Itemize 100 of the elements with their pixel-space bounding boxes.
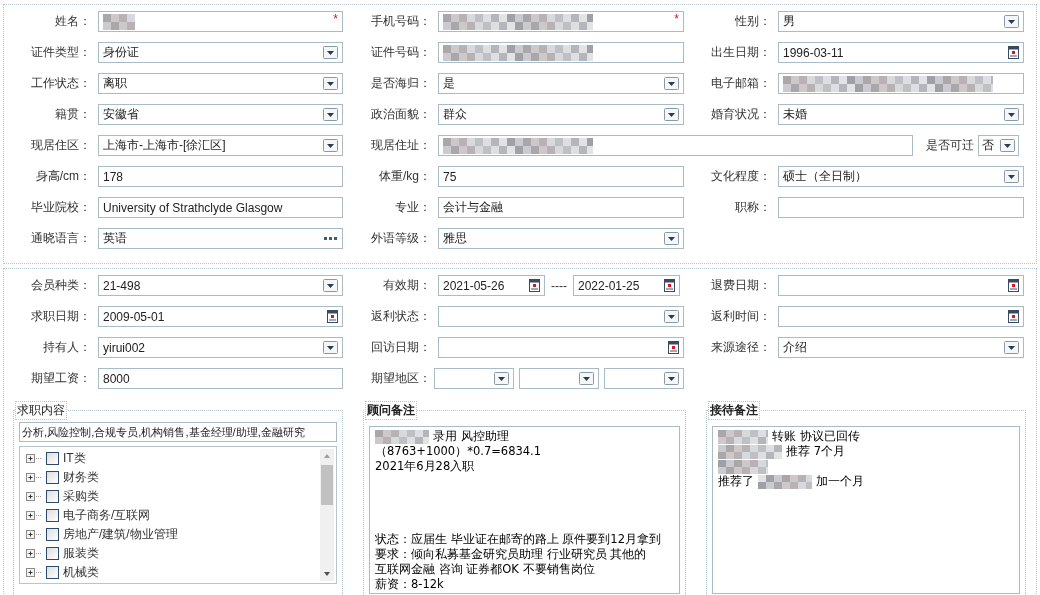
select-field[interactable]: 是 — [438, 73, 684, 94]
field-label: 出生日期： — [710, 44, 772, 61]
text-field[interactable] — [438, 135, 913, 156]
panel-title: 求职内容 — [15, 401, 67, 420]
caret-icon — [664, 77, 679, 90]
text-field[interactable]: * — [98, 11, 343, 32]
field-label: 证件类型： — [30, 44, 92, 61]
tree-item[interactable]: IT类 — [63, 450, 86, 467]
note-text: 录用 风控助理 — [433, 429, 509, 444]
checkbox[interactable] — [46, 509, 59, 522]
note-text: 转账 协议已回传 — [772, 429, 860, 444]
expand-icon[interactable] — [26, 530, 42, 539]
tree-item[interactable]: 采购类 — [63, 488, 99, 505]
text-field[interactable]: 75 — [438, 166, 684, 187]
caret-icon — [664, 310, 679, 323]
select-field[interactable]: 雅思 — [438, 228, 684, 249]
tree-item[interactable]: 财务类 — [63, 469, 99, 486]
checkbox[interactable] — [46, 471, 59, 484]
caret-icon — [323, 46, 338, 59]
expand-icon[interactable] — [26, 454, 42, 463]
date-field[interactable]: 2009-05-01 — [98, 306, 343, 327]
select-field[interactable]: 安徽省 — [98, 104, 343, 125]
select-field[interactable]: 群众 — [438, 104, 684, 125]
caret-icon — [1000, 139, 1015, 152]
select-field[interactable]: 男 — [778, 11, 1024, 32]
checkbox[interactable] — [46, 528, 59, 541]
expand-icon[interactable] — [26, 511, 42, 520]
panel-title: 接待备注 — [708, 401, 760, 420]
note-text: 状态：应届生 毕业证在邮寄的路上 原件要到12月拿到 — [375, 532, 661, 547]
expand-icon[interactable] — [26, 492, 42, 501]
caret-icon — [323, 108, 338, 121]
note-text: 推荐了 — [718, 474, 754, 489]
date-field[interactable]: 1996-03-11 — [778, 42, 1024, 63]
field-label: 性别： — [734, 13, 772, 30]
tree-item[interactable]: 服装类 — [63, 545, 99, 562]
field-label: 外语等级： — [370, 230, 432, 247]
note-text: 要求：倾向私募基金研究员助理 行业研究员 其他的 — [375, 547, 647, 562]
field-label: 会员种类： — [30, 277, 92, 294]
expand-icon[interactable] — [26, 568, 42, 577]
caret-icon — [1004, 108, 1019, 121]
calendar-icon — [1008, 46, 1019, 59]
select-field[interactable]: 身份证 — [98, 42, 343, 63]
scrollbar[interactable] — [320, 449, 334, 581]
expand-icon[interactable] — [26, 549, 42, 558]
caret-icon — [1004, 15, 1019, 28]
select-field[interactable] — [438, 306, 684, 327]
field-label: 求职日期： — [30, 308, 92, 325]
caret-icon — [1004, 170, 1019, 183]
field-label: 期望工资： — [30, 370, 92, 387]
select-field[interactable]: 未婚 — [778, 104, 1024, 125]
select-field[interactable]: 硕士（全日制） — [778, 166, 1024, 187]
text-field[interactable]: 会计与金融 — [438, 197, 684, 218]
text-field[interactable] — [778, 73, 1024, 94]
text-field[interactable] — [438, 42, 684, 63]
tree-item[interactable]: 电子商务/互联网 — [63, 507, 151, 524]
field-label: 返利时间： — [710, 308, 772, 325]
text-field[interactable]: * — [438, 11, 684, 32]
select-field[interactable]: 离职 — [98, 73, 343, 94]
field-label: 婚育状况： — [710, 106, 772, 123]
text-field[interactable]: University of Strathclyde Glasgow — [98, 197, 343, 218]
date-field[interactable] — [438, 337, 684, 358]
select-field[interactable]: 介绍 — [778, 337, 1024, 358]
tree-item[interactable]: 机械类 — [63, 564, 99, 581]
expand-icon[interactable] — [26, 473, 42, 482]
text-field[interactable]: 8000 — [98, 368, 343, 389]
note-text: 互联网金融 咨询 证券都OK 不要销售岗位 — [375, 562, 595, 577]
field-label: 毕业院校： — [30, 199, 92, 216]
notes-area[interactable]: 录用 风控助理 （8763+1000）*0.7=6834.1 2021年6月28入职 状态：应届生 毕业证在邮寄的路上 原件要到12月拿到 要求：倾向私募基金研究员助理 行业研究员 其他的 互联网金融 咨询 证券都OK 不要销售岗位 薪资：8-12k — [369, 426, 680, 594]
checkbox[interactable] — [46, 490, 59, 503]
caret-icon — [323, 139, 338, 152]
field-label: 手机号码： — [370, 13, 432, 30]
select-field[interactable] — [434, 368, 514, 389]
select-field[interactable] — [519, 368, 599, 389]
select-field[interactable]: 否 — [978, 135, 1019, 156]
checkbox[interactable] — [46, 452, 59, 465]
notes-area[interactable]: 转账 协议已回传 推荐 7个月 推荐了 加一个月 — [712, 426, 1020, 594]
field-label: 身高/cm： — [34, 168, 92, 185]
text-field[interactable]: 178 — [98, 166, 343, 187]
more-icon[interactable] — [324, 236, 338, 241]
date-field[interactable]: 2021-05-26 — [438, 275, 545, 296]
select-field[interactable]: 21-498 — [98, 275, 343, 296]
text-field[interactable] — [778, 197, 1024, 218]
select-field[interactable]: yirui002 — [98, 337, 343, 358]
lookup-field[interactable]: 英语 — [98, 228, 343, 249]
field-label: 工作状态： — [30, 75, 92, 92]
text-field[interactable]: 分析,风险控制,合规专员,机构销售,基金经理/助理,金融研究 — [19, 422, 337, 442]
select-field[interactable] — [604, 368, 684, 389]
tree-item[interactable]: 房地产/建筑/物业管理 — [63, 526, 178, 543]
select-field[interactable]: 上海市-上海市-[徐汇区] — [98, 135, 343, 156]
caret-icon — [664, 232, 679, 245]
checkbox[interactable] — [46, 547, 59, 560]
field-label: 回访日期： — [370, 339, 432, 356]
date-field[interactable]: 2022-01-25 — [573, 275, 680, 296]
checkbox[interactable] — [46, 566, 59, 579]
field-label: 现居住区： — [30, 137, 92, 154]
date-field[interactable] — [778, 306, 1024, 327]
caret-icon — [1004, 341, 1019, 354]
note-text: 2021年6月28入职 — [375, 459, 475, 474]
caret-icon — [494, 372, 509, 385]
date-field[interactable] — [778, 275, 1024, 296]
